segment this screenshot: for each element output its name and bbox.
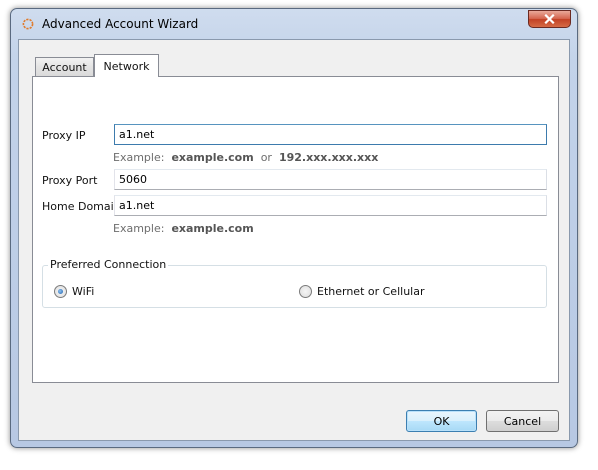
network-tab-panel: Proxy IP Example: example.com or 192.xxx… <box>32 76 559 383</box>
close-icon <box>544 14 555 24</box>
proxy-ip-input[interactable] <box>114 124 547 145</box>
title-bar[interactable]: Advanced Account Wizard <box>11 9 577 39</box>
hint-prefix: Example: <box>113 222 165 235</box>
proxy-port-input[interactable] <box>114 169 547 190</box>
preferred-connection-group: Preferred Connection WiFi Ethernet or Ce… <box>42 258 547 308</box>
app-logo-icon <box>22 18 34 30</box>
cancel-button[interactable]: Cancel <box>486 410 559 432</box>
home-domain-hint: Example: example.com <box>113 222 254 235</box>
hint-example-domain: example.com <box>171 151 254 164</box>
hint-prefix: Example: <box>113 151 165 164</box>
radio-wifi[interactable] <box>54 285 67 298</box>
hint-example-domain: example.com <box>171 222 254 235</box>
radio-selected-dot <box>58 289 63 294</box>
home-domain-input[interactable] <box>114 195 547 216</box>
hint-joiner: or <box>260 151 272 164</box>
tab-network-label: Network <box>103 59 150 73</box>
proxy-ip-hint: Example: example.com or 192.xxx.xxx.xxx <box>113 151 378 164</box>
radio-ethernet-cellular[interactable] <box>299 285 312 298</box>
proxy-ip-label: Proxy IP <box>42 129 86 142</box>
hint-example-ip: 192.xxx.xxx.xxx <box>278 151 379 164</box>
close-button[interactable] <box>528 10 571 28</box>
proxy-port-label: Proxy Port <box>42 174 98 187</box>
wizard-window: Advanced Account Wizard Account Network … <box>10 8 578 448</box>
preferred-connection-legend: Preferred Connection <box>48 258 169 271</box>
dialog-body: Account Network Proxy IP Example: exampl… <box>18 39 570 441</box>
tab-account-label: Account <box>42 61 87 74</box>
home-domain-label: Home Domain <box>42 200 121 213</box>
radio-ethernet-cellular-label[interactable]: Ethernet or Cellular <box>317 285 424 298</box>
tab-account[interactable]: Account <box>35 57 94 77</box>
ok-button[interactable]: OK <box>406 410 477 432</box>
tab-network[interactable]: Network <box>94 54 159 77</box>
window-title: Advanced Account Wizard <box>42 17 199 31</box>
radio-wifi-label[interactable]: WiFi <box>72 285 94 298</box>
